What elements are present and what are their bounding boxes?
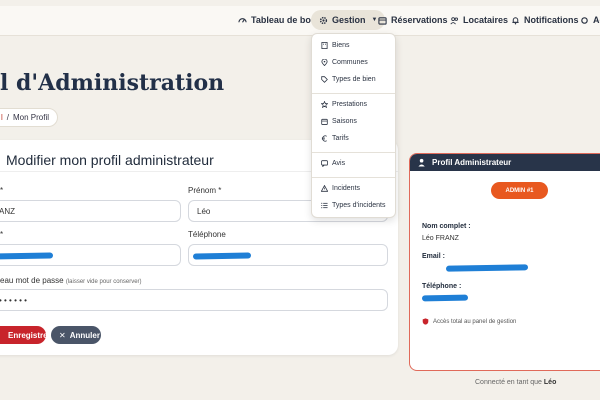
menu-item-types-incidents-label: Types d'incidents [332,202,386,209]
nav-admin-label: Ad [593,15,600,25]
menu-divider [312,177,395,178]
password-hint: (laisser vide pour conserver) [65,279,142,285]
warning-icon [321,185,328,192]
menu-divider [312,152,395,153]
nav-notifications-label: Notifications [524,15,579,25]
nav-reservations[interactable]: Réservations [378,10,448,30]
profile-card-header: Profil Administrateur [410,154,600,171]
menu-item-incidents-label: Incidents [332,185,361,192]
menu-item-types-de-bien[interactable]: Types de bien [321,76,376,83]
map-pin-icon [321,59,328,66]
save-button-label: Enregistrer [8,330,51,340]
gestion-dropdown-menu: Biens Communes Types de bien Prestations… [311,33,396,218]
menu-item-tarifs-label: Tarifs [332,135,349,142]
nav-dashboard[interactable]: Tableau de bord [238,10,320,30]
close-icon: ✕ [59,330,66,340]
menu-item-biens-label: Biens [332,42,350,49]
redaction-mark [421,294,469,302]
admin-badge: ADMIN #1 [491,182,548,199]
password-label-text: eau mot de passe [0,276,64,285]
redaction-mark [0,252,54,260]
cancel-button[interactable]: ✕ Annuler [51,326,101,344]
prenom-input-value: Léo [197,206,211,216]
breadcrumb-home-link[interactable]: l [1,113,3,122]
menu-divider [312,93,395,94]
menu-item-types-de-bien-label: Types de bien [332,76,376,83]
footer-prefix: Connecté en tant que [475,379,542,386]
menu-item-avis[interactable]: Avis [321,160,345,167]
settings-icon [581,16,588,24]
menu-item-prestations[interactable]: Prestations [321,101,367,108]
menu-item-avis-label: Avis [332,160,346,167]
footer-status: Connecté en tant que Léo [475,379,556,386]
breadcrumb: l / Mon Profil [0,108,59,127]
edit-card-title: Modifier mon profil administrateur [6,152,214,168]
redaction-mark [192,252,252,260]
menu-item-tarifs[interactable]: Tarifs [321,135,349,142]
email-input[interactable] [0,244,181,266]
calendar-icon [321,118,328,125]
page-title: nel d'Administration [0,70,225,96]
nom-input[interactable]: ANZ [0,200,181,222]
access-note: Accès total au panel de gestion [422,318,516,325]
telephone-label: Téléphone [188,230,226,239]
menu-item-prestations-label: Prestations [332,101,368,108]
users-icon [450,16,459,24]
admin-profile-card: Profil Administrateur ADMIN #1 Nom compl… [409,153,600,371]
calendar-icon [378,16,387,25]
bell-icon [512,16,519,24]
menu-item-incidents[interactable]: Incidents [321,185,360,192]
nav-gestion[interactable]: Gestion ▼ [311,10,386,30]
cancel-button-label: Annuler [69,330,100,340]
profile-card-title: Profil Administrateur [432,158,512,167]
menu-item-saisons-label: Saisons [332,118,357,125]
password-input[interactable]: • • • • • • [0,289,388,311]
star-icon [321,101,328,108]
gear-icon [319,16,328,24]
profile-email-label: Email : [422,253,445,260]
footer-user: Léo [543,379,557,386]
nav-locataires-label: Locataires [463,15,509,25]
nav-dashboard-label: Tableau de bord [251,15,320,25]
euro-icon [321,135,327,142]
shield-icon [422,318,429,325]
access-text: Accès total au panel de gestion [433,318,517,325]
menu-item-types-incidents[interactable]: Types d'incidents [321,202,385,209]
chevron-down-icon: ▼ [371,17,378,23]
nav-admin[interactable]: Ad [580,10,600,30]
nav-gestion-label: Gestion [332,15,366,25]
comment-icon [321,160,328,167]
nav-reservations-label: Réservations [391,15,448,25]
nom-label: * [0,186,4,195]
user-edit-icon [0,152,2,164]
list-icon [321,202,328,209]
tag-icon [321,76,328,83]
nav-notifications[interactable]: Notifications [511,10,579,30]
breadcrumb-current: Mon Profil [13,113,50,122]
nav-locataires[interactable]: Locataires [450,10,508,30]
menu-item-saisons[interactable]: Saisons [321,118,357,125]
gauge-icon [238,17,247,23]
telephone-input[interactable] [188,244,388,266]
fullname-value: Léo FRANZ [422,235,459,242]
profile-phone-label: Téléphone : [422,283,462,290]
password-label: eau mot de passe (laisser vide pour cons… [0,276,142,285]
breadcrumb-separator: / [6,113,10,122]
building-icon [321,42,328,49]
save-button[interactable]: Enregistrer [0,326,51,344]
nom-input-value: ANZ [0,206,15,216]
password-input-value: • • • • • • [0,295,27,305]
menu-item-communes-label: Communes [332,59,368,66]
fullname-label: Nom complet : [422,223,471,230]
redaction-mark [445,264,529,272]
menu-item-biens[interactable]: Biens [321,42,350,49]
user-shield-icon [418,158,425,167]
email-label: * [0,230,4,239]
prenom-label: Prénom * [188,186,222,195]
menu-item-communes[interactable]: Communes [321,59,368,66]
